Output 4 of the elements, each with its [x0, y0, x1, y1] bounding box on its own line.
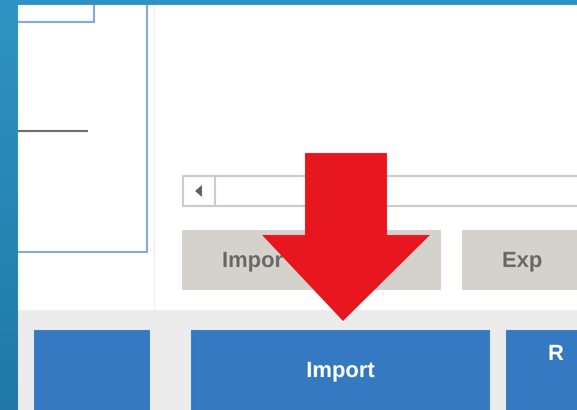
action-button[interactable]: Import	[191, 330, 490, 410]
action-button[interactable]: R	[506, 330, 577, 410]
scroll-left-icon[interactable]	[195, 185, 203, 197]
input-field[interactable]	[18, 5, 95, 23]
